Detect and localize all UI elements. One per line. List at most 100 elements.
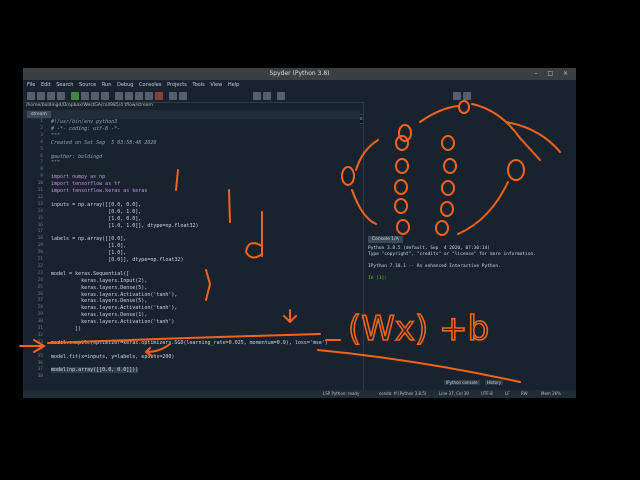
menu-debug[interactable]: Debug (117, 82, 133, 88)
code-line[interactable]: model(np.array([[0.0, 0.0]])) (51, 367, 139, 374)
line-number: 18 (37, 236, 43, 242)
line-number: 11 (37, 188, 43, 193)
code-line[interactable]: """ (51, 160, 60, 166)
status-eol: LF (505, 391, 510, 396)
run-selection-icon[interactable] (101, 92, 109, 100)
editor-tab-bar: stream (23, 110, 360, 119)
editor-path: /home/boldingd/Dropbox/WestGA/cs4985/4 t… (26, 103, 153, 108)
line-number: 25 (37, 284, 43, 290)
save-all-icon[interactable] (57, 92, 65, 100)
line-number: 28 (37, 305, 43, 311)
line-number: 4 (40, 139, 43, 145)
code-line[interactable]: model = keras.Sequential([ (51, 271, 129, 277)
menu-run[interactable]: Run (102, 82, 112, 88)
code-line[interactable]: keras.layers.Dense(1), (51, 312, 147, 318)
save-icon[interactable] (47, 92, 55, 100)
preferences-icon[interactable] (253, 92, 261, 100)
line-number: 29 (37, 312, 43, 318)
code-area[interactable]: #!/usr/bin/env python3 # -*- coding: utf-… (51, 119, 351, 390)
menu-bar: File Edit Search Source Run Debug Consol… (23, 80, 576, 90)
line-number: 21 (37, 257, 43, 262)
code-line[interactable]: [1.0, 0.0], (51, 216, 141, 222)
menu-consoles[interactable]: Consoles (139, 82, 161, 88)
menu-edit[interactable]: Edit (41, 82, 51, 88)
run-cell-icon[interactable] (81, 92, 89, 100)
menu-help[interactable]: Help (228, 82, 239, 88)
tab-ipython-console[interactable]: IPython console (444, 380, 480, 385)
code-line[interactable]: labels = np.array([[0.0], (51, 236, 126, 242)
code-line[interactable]: import tensorflow as tf (51, 181, 120, 187)
line-number: 23 (37, 270, 43, 276)
status-permissions: RW (521, 391, 528, 396)
line-number: 6 (40, 153, 43, 159)
code-line[interactable]: #!/usr/bin/env python3 (51, 119, 117, 125)
code-line[interactable]: keras.layers.Input(2), (51, 278, 147, 284)
code-line[interactable]: [1.0], (51, 243, 126, 249)
editor-tab-stream[interactable]: stream (27, 111, 51, 118)
console-output[interactable]: Python 3.8.5 (default, Sep 4 2020, 07:30… (368, 246, 573, 282)
code-line[interactable]: import numpy as np (51, 174, 105, 180)
step-return-icon[interactable] (145, 92, 153, 100)
spyder-window: Spyder (Python 3.8) – □ × File Edit Sear… (23, 68, 576, 398)
line-number: 34 (37, 346, 43, 352)
browse-directory-icon[interactable] (453, 92, 461, 100)
window-controls[interactable]: – □ × (534, 68, 572, 80)
menu-search[interactable]: Search (56, 82, 73, 88)
code-editor[interactable]: stream 1 2 3 4 5 6 7 8 9 10 11 12 13 14 15 16 17 18 19 20 21… (23, 110, 360, 390)
line-number: 10 (37, 181, 43, 187)
stop-debug-icon[interactable] (155, 92, 163, 100)
new-file-icon[interactable] (27, 92, 35, 100)
line-number: 16 (37, 222, 43, 228)
status-position: Line 37, Col 30 (439, 391, 469, 396)
line-number: 30 (37, 319, 43, 325)
menu-view[interactable]: View (210, 82, 222, 88)
ipython-console[interactable]: Console 1/A Python 3.8.5 (default, Sep 4… (363, 234, 576, 390)
code-line[interactable]: [1.0], (51, 250, 126, 256)
code-line[interactable]: Created on Sat Sep 5 03:58:48 2020 (51, 140, 156, 146)
console-tab[interactable]: Console 1/A (368, 236, 403, 243)
code-line[interactable]: model.fit(x=inputs, y=labels, epochs=200… (51, 354, 174, 360)
menu-projects[interactable]: Projects (167, 82, 187, 88)
menu-file[interactable]: File (27, 82, 35, 88)
code-line[interactable]: keras.layers.Activation('tanh') (51, 319, 174, 325)
line-number: 32 (37, 332, 43, 338)
window-title: Spyder (Python 3.8) (269, 70, 330, 77)
code-line[interactable]: keras.layers.Activation('tanh'), (51, 305, 177, 311)
code-line[interactable]: # -*- coding: utf-8 -*- (51, 126, 120, 132)
code-line[interactable]: keras.layers.Dense(5), (51, 285, 147, 291)
line-number: 2 (40, 125, 43, 131)
code-line[interactable]: ]) (51, 326, 81, 332)
code-line[interactable]: @author: boldingd (51, 154, 102, 160)
path-manager-icon[interactable] (277, 92, 285, 100)
line-number: 9 (40, 174, 43, 180)
debug-icon[interactable] (115, 92, 123, 100)
maximize-pane-icon[interactable] (169, 92, 177, 100)
menu-source[interactable]: Source (79, 82, 96, 88)
status-encoding: UTF-8 (481, 391, 493, 396)
code-line[interactable]: keras.layers.Activation('tanh'), (51, 292, 177, 298)
parent-directory-icon[interactable] (463, 92, 471, 100)
step-icon[interactable] (125, 92, 133, 100)
step-into-icon[interactable] (135, 92, 143, 100)
code-line[interactable]: """ (51, 133, 60, 139)
run-cell-advance-icon[interactable] (91, 92, 99, 100)
fullscreen-icon[interactable] (179, 92, 187, 100)
line-number: 38 (37, 374, 43, 380)
line-number-gutter: 1 2 3 4 5 6 7 8 9 10 11 12 13 14 15 16 17 18 19 20 21 22 23 24 2… (23, 119, 45, 390)
code-line[interactable]: [0.0]], dtype=np.float32) (51, 257, 183, 263)
line-number: 8 (40, 167, 43, 173)
menu-tools[interactable]: Tools (192, 82, 204, 88)
run-icon[interactable] (71, 92, 79, 100)
line-number: 27 (37, 298, 43, 304)
code-line[interactable]: model.compile(optimizer=keras.optimizers… (51, 340, 328, 346)
code-line[interactable]: [0.0, 1.0], (51, 209, 141, 215)
console-prompt: In [1]: (368, 276, 387, 281)
code-line[interactable]: keras.layers.Dense(5), (51, 298, 147, 304)
code-line[interactable]: inputs = np.array([[0.0, 0.0], (51, 202, 141, 208)
open-file-icon[interactable] (37, 92, 45, 100)
code-line[interactable]: [1.0, 1.0]], dtype=np.float32) (51, 223, 198, 229)
line-number: 12 (37, 194, 43, 200)
code-line[interactable]: import tensorflow.keras as keras (51, 188, 147, 194)
python-path-icon[interactable] (263, 92, 271, 100)
tab-history[interactable]: History (484, 380, 504, 385)
